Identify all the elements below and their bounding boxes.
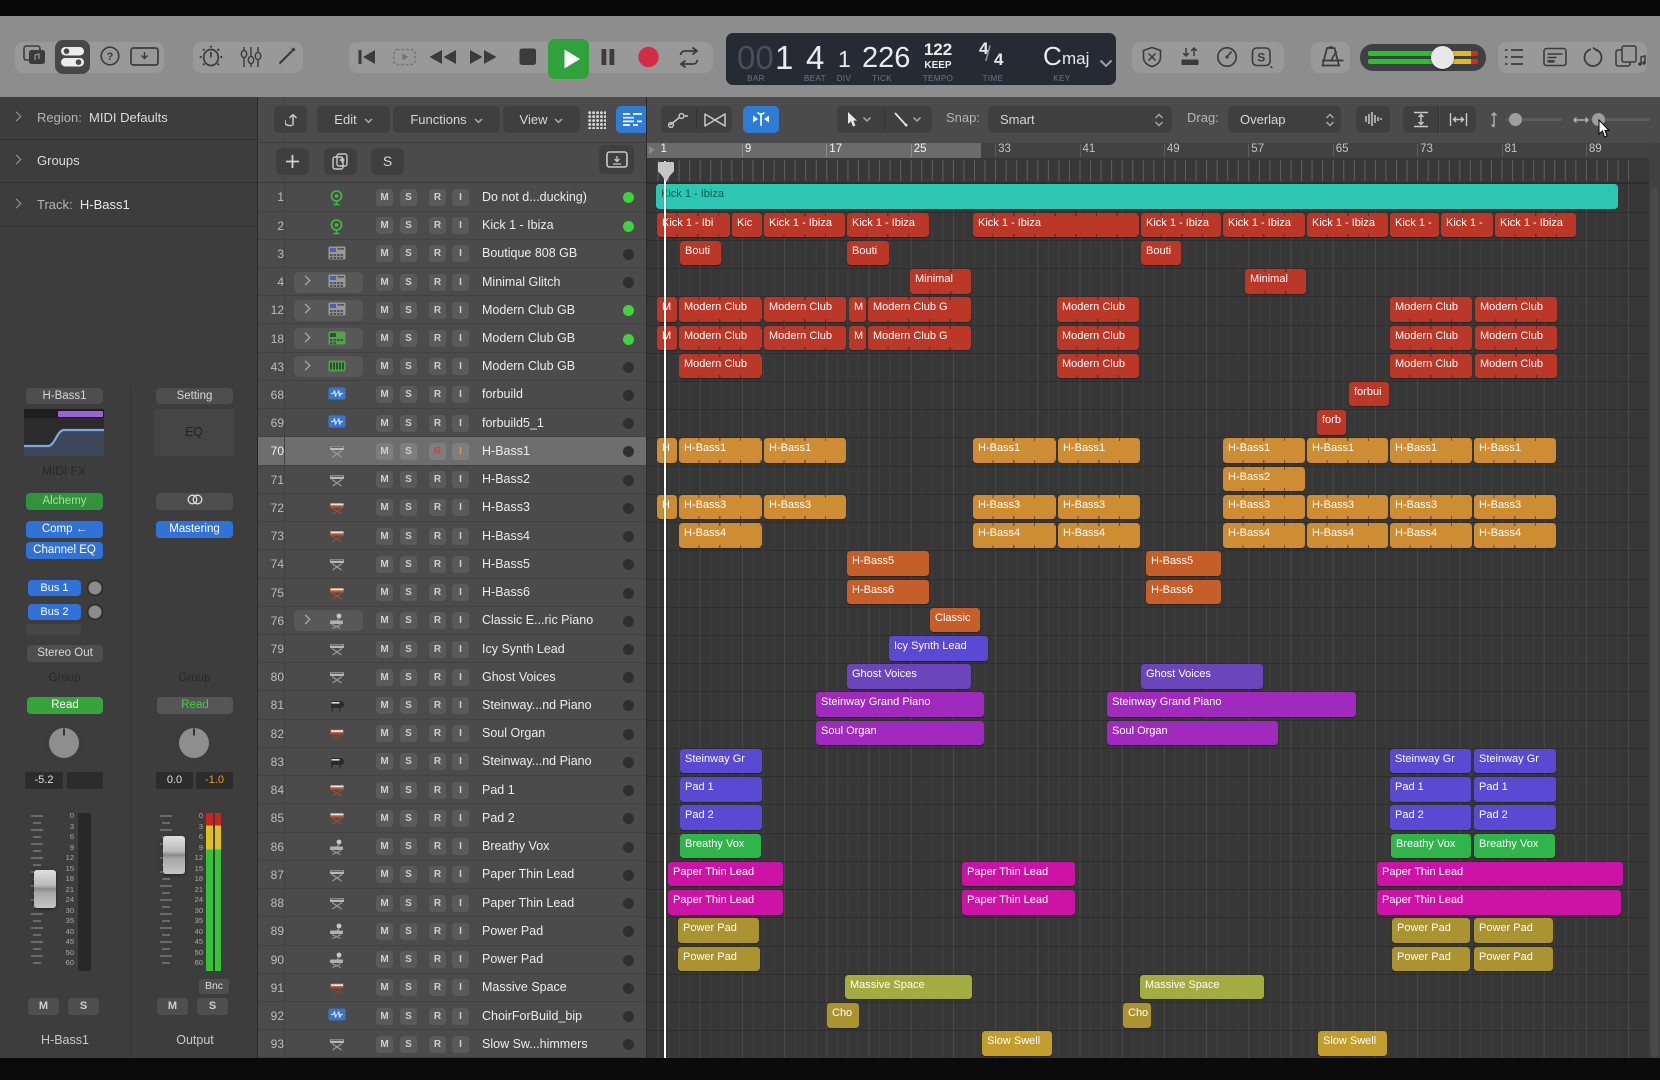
svg-text:S: S: [1257, 51, 1265, 65]
svg-text:?: ?: [107, 51, 114, 63]
